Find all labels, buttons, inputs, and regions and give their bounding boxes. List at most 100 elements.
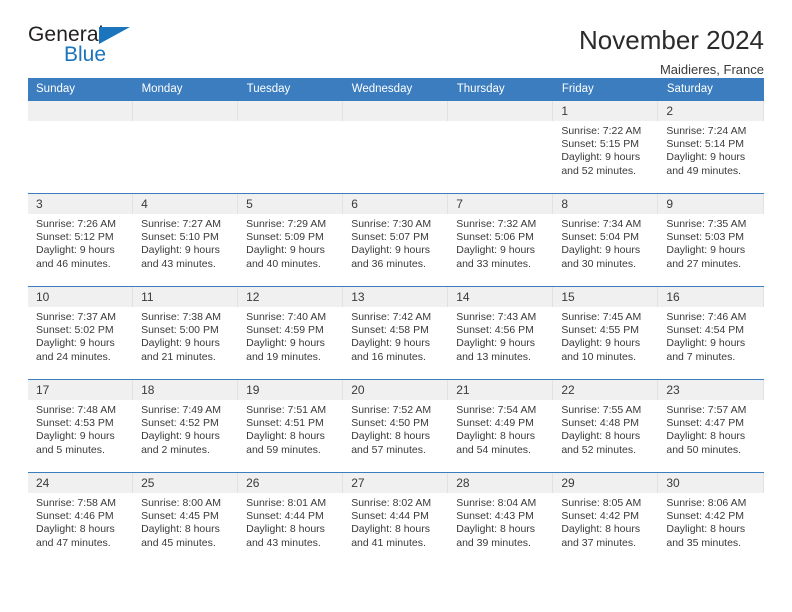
sunset-text: Sunset: 5:12 PM [36, 231, 114, 244]
daylight-text: Daylight: 9 hours and 30 minutes. [561, 244, 641, 270]
calendar-day-cell-empty [133, 100, 239, 194]
day-sun-info: Sunrise: 8:00 AM Sunset: 4:45 PM Daylight:… [133, 493, 238, 550]
calendar-day-cell[interactable]: 16 Sunrise: 7:46 AM Sunset: 4:54 PM Dayligh… [658, 286, 764, 380]
sunrise-text: Sunrise: 7:52 AM [351, 404, 432, 416]
day-number: 8 [553, 194, 659, 214]
sunrise-text: Sunrise: 7:43 AM [456, 311, 537, 323]
calendar-header-row: Sunday Monday Tuesday Wednesday Thursday Frid… [28, 78, 765, 101]
daylight-text: Daylight: 9 hours and 2 minutes. [141, 430, 220, 456]
sunrise-text: Sunrise: 7:49 AM [141, 404, 222, 416]
calendar-day-cell[interactable]: 27 Sunrise: 8:02 AM Sunset: 4:44 PM Dayligh… [343, 472, 449, 566]
page-subtitle: Maidieres, France [659, 62, 764, 77]
sunrise-text: Sunrise: 8:00 AM [141, 497, 222, 509]
day-sun-info: Sunrise: 7:48 AM Sunset: 4:53 PM Daylight:… [28, 400, 133, 457]
day-sun-info: Sunrise: 7:55 AM Sunset: 4:48 PM Daylight:… [553, 400, 658, 457]
calendar-week-row: 24 Sunrise: 7:58 AM Sunset: 4:46 PM Dayligh… [28, 472, 764, 566]
page-title: November 2024 [579, 25, 764, 55]
calendar-day-cell[interactable]: 21 Sunrise: 7:54 AM Sunset: 4:49 PM Dayligh… [448, 379, 554, 473]
logo-text-blue: Blue [64, 43, 107, 66]
sunset-text: Sunset: 5:07 PM [351, 231, 429, 244]
day-number: 22 [553, 380, 659, 400]
calendar-day-cell[interactable]: 23 Sunrise: 7:57 AM Sunset: 4:47 PM Dayligh… [658, 379, 764, 473]
calendar-day-cell[interactable]: 20 Sunrise: 7:52 AM Sunset: 4:50 PM Dayligh… [343, 379, 449, 473]
title-block: November 2024 Maidieres, France [579, 24, 764, 80]
calendar-day-cell[interactable]: 1 Sunrise: 7:22 AM Sunset: 5:15 PM Daylight… [553, 100, 659, 194]
calendar-day-cell[interactable]: 26 Sunrise: 8:01 AM Sunset: 4:44 PM Dayligh… [238, 472, 344, 566]
weekday-header-saturday: Saturday [658, 78, 765, 101]
daylight-text: Daylight: 8 hours and 52 minutes. [561, 430, 641, 456]
calendar-day-cell[interactable]: 22 Sunrise: 7:55 AM Sunset: 4:48 PM Dayligh… [553, 379, 659, 473]
calendar-day-cell[interactable]: 15 Sunrise: 7:45 AM Sunset: 4:55 PM Dayligh… [553, 286, 659, 380]
month-calendar: Sunday Monday Tuesday Wednesday Thursday Frid… [28, 78, 765, 566]
day-sun-info: Sunrise: 7:22 AM Sunset: 5:15 PM Daylight:… [553, 121, 658, 178]
calendar-week-row: 10 Sunrise: 7:37 AM Sunset: 5:02 PM Dayligh… [28, 286, 764, 380]
sunset-text: Sunset: 4:51 PM [246, 417, 324, 430]
general-blue-logo[interactable]: General Blue [28, 24, 148, 76]
daylight-text: Daylight: 8 hours and 54 minutes. [456, 430, 536, 456]
day-number: 6 [343, 194, 449, 214]
sunset-text: Sunset: 4:54 PM [666, 324, 745, 337]
daylight-text: Daylight: 9 hours and 5 minutes. [36, 430, 115, 456]
sunset-text: Sunset: 5:10 PM [141, 231, 219, 244]
calendar-day-cell[interactable]: 8 Sunrise: 7:34 AM Sunset: 5:04 PM Daylight… [553, 193, 659, 287]
calendar-day-cell[interactable]: 28 Sunrise: 8:04 AM Sunset: 4:43 PM Dayligh… [448, 472, 554, 566]
day-number: 24 [28, 473, 134, 493]
day-number: 23 [658, 380, 764, 400]
daylight-text: Daylight: 9 hours and 49 minutes. [666, 151, 746, 177]
calendar-day-cell[interactable]: 30 Sunrise: 8:06 AM Sunset: 4:42 PM Dayligh… [658, 472, 764, 566]
calendar-day-cell[interactable]: 4 Sunrise: 7:27 AM Sunset: 5:10 PM Daylight… [133, 193, 239, 287]
calendar-day-cell[interactable]: 5 Sunrise: 7:29 AM Sunset: 5:09 PM Daylight… [238, 193, 344, 287]
calendar-day-cell[interactable]: 2 Sunrise: 7:24 AM Sunset: 5:14 PM Daylight… [658, 100, 764, 194]
calendar-week-row: 3 Sunrise: 7:26 AM Sunset: 5:12 PM Daylight… [28, 193, 764, 287]
day-sun-info: Sunrise: 7:40 AM Sunset: 4:59 PM Daylight:… [238, 307, 343, 364]
day-number [28, 101, 134, 121]
day-sun-info: Sunrise: 8:06 AM Sunset: 4:42 PM Daylight:… [658, 493, 763, 550]
day-sun-info: Sunrise: 8:01 AM Sunset: 4:44 PM Daylight:… [238, 493, 343, 550]
calendar-day-cell[interactable]: 13 Sunrise: 7:42 AM Sunset: 4:58 PM Dayligh… [343, 286, 449, 380]
calendar-day-cell[interactable]: 12 Sunrise: 7:40 AM Sunset: 4:59 PM Dayligh… [238, 286, 344, 380]
calendar-day-cell[interactable]: 24 Sunrise: 7:58 AM Sunset: 4:46 PM Dayligh… [28, 472, 134, 566]
day-number: 10 [28, 287, 134, 307]
day-number: 29 [553, 473, 659, 493]
day-sun-info: Sunrise: 7:49 AM Sunset: 4:52 PM Daylight:… [133, 400, 238, 457]
calendar-day-cell[interactable]: 14 Sunrise: 7:43 AM Sunset: 4:56 PM Dayligh… [448, 286, 554, 380]
weekday-header-tuesday: Tuesday [238, 78, 344, 101]
day-number: 12 [238, 287, 344, 307]
calendar-day-cell[interactable]: 6 Sunrise: 7:30 AM Sunset: 5:07 PM Daylight… [343, 193, 449, 287]
calendar-day-cell[interactable]: 10 Sunrise: 7:37 AM Sunset: 5:02 PM Dayligh… [28, 286, 134, 380]
day-number: 4 [133, 194, 239, 214]
calendar-day-cell[interactable]: 3 Sunrise: 7:26 AM Sunset: 5:12 PM Daylight… [28, 193, 134, 287]
calendar-day-cell[interactable]: 11 Sunrise: 7:38 AM Sunset: 5:00 PM Dayligh… [133, 286, 239, 380]
sunrise-text: Sunrise: 8:02 AM [351, 497, 432, 509]
calendar-day-cell[interactable]: 17 Sunrise: 7:48 AM Sunset: 4:53 PM Dayligh… [28, 379, 134, 473]
sunset-text: Sunset: 4:42 PM [666, 510, 745, 523]
sunrise-text: Sunrise: 7:38 AM [141, 311, 222, 323]
day-sun-info: Sunrise: 7:30 AM Sunset: 5:07 PM Daylight:… [343, 214, 448, 271]
day-number: 26 [238, 473, 344, 493]
calendar-day-cell[interactable]: 18 Sunrise: 7:49 AM Sunset: 4:52 PM Dayligh… [133, 379, 239, 473]
day-number: 16 [658, 287, 764, 307]
weekday-header-thursday: Thursday [448, 78, 554, 101]
calendar-day-cell[interactable]: 7 Sunrise: 7:32 AM Sunset: 5:06 PM Daylight… [448, 193, 554, 287]
day-number: 7 [448, 194, 554, 214]
day-sun-info: Sunrise: 7:42 AM Sunset: 4:58 PM Daylight:… [343, 307, 448, 364]
daylight-text: Daylight: 9 hours and 33 minutes. [456, 244, 536, 270]
sunrise-text: Sunrise: 7:46 AM [666, 311, 747, 323]
sunrise-text: Sunrise: 7:45 AM [561, 311, 642, 323]
calendar-day-cell-empty [238, 100, 344, 194]
calendar-week-row: 1 Sunrise: 7:22 AM Sunset: 5:15 PM Daylight… [28, 100, 764, 194]
calendar-day-cell[interactable]: 29 Sunrise: 8:05 AM Sunset: 4:42 PM Dayligh… [553, 472, 659, 566]
sunset-text: Sunset: 4:55 PM [561, 324, 639, 337]
calendar-day-cell[interactable]: 25 Sunrise: 8:00 AM Sunset: 4:45 PM Dayligh… [133, 472, 239, 566]
sunset-text: Sunset: 4:42 PM [561, 510, 639, 523]
calendar-day-cell[interactable]: 19 Sunrise: 7:51 AM Sunset: 4:51 PM Dayligh… [238, 379, 344, 473]
sunset-text: Sunset: 4:49 PM [456, 417, 534, 430]
sunrise-text: Sunrise: 7:29 AM [246, 218, 327, 230]
calendar-day-cell[interactable]: 9 Sunrise: 7:35 AM Sunset: 5:03 PM Daylight… [658, 193, 764, 287]
sunset-text: Sunset: 5:14 PM [666, 138, 745, 151]
sunrise-text: Sunrise: 7:40 AM [246, 311, 327, 323]
weekday-header-monday: Monday [133, 78, 239, 101]
daylight-text: Daylight: 9 hours and 52 minutes. [561, 151, 641, 177]
sunrise-text: Sunrise: 7:34 AM [561, 218, 642, 230]
day-sun-info: Sunrise: 7:58 AM Sunset: 4:46 PM Daylight:… [28, 493, 133, 550]
